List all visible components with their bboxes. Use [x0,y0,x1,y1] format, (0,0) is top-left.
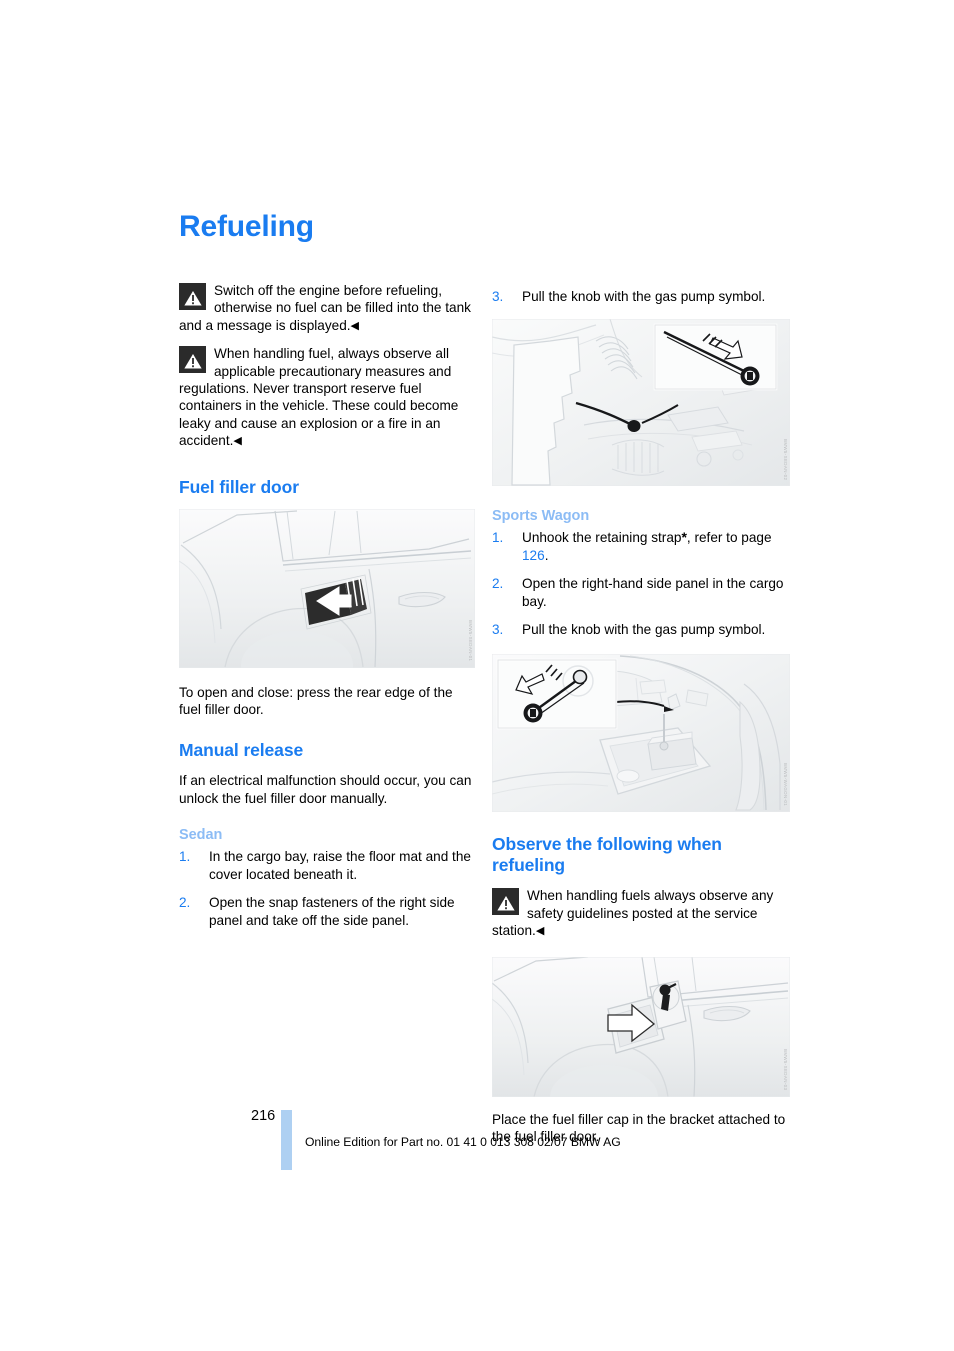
step-text-middle: , refer to page [686,530,772,546]
subheading-sedan: Sedan [179,827,223,844]
warning-block-handling-fuel: When handling fuel, always observe all a… [179,345,475,450]
step-text: Unhook the retaining strap [522,530,682,546]
subheading-sports-wagon: Sports Wagon [492,508,590,525]
step-number: 2. [492,576,504,592]
list-item: 1. Unhook the retaining strap*, refer to … [492,529,790,564]
step-text-after: . [544,547,549,563]
manual-page: Refueling Refueling Switch off the engin… [0,0,954,1351]
list-item: 3. Pull the knob with the gas pump symbo… [492,621,790,638]
step-text: Pull the knob with the gas pump symbol. [522,622,766,638]
step-number: 2. [179,895,191,911]
manual-release-text: If an electrical malfunction should occu… [179,773,472,806]
figure-watermark: BMW5-SEDAN-02 [783,439,788,481]
figure-fuel-cap-bracket: BMW5-SEDAN-03 [492,956,790,1097]
warning-end-marker: ◀ [350,319,360,332]
fuel-cap-bracket-illustration [492,956,790,1097]
step-text: In the cargo bay, raise the floor mat an… [209,849,471,882]
warning-text: Switch off the engine before refueling, … [179,283,471,333]
footer-edition-text: Online Edition for Part no. 01 41 0 013 … [305,1135,621,1149]
warning-end-marker: ◀ [535,925,545,938]
figure-fuel-filler-door: BMW5-SEDAN-01 [179,508,475,668]
figure-watermark: BMW5-SEDAN-03 [783,1049,788,1091]
warning-triangle-icon [179,346,206,374]
page-title: Refueling [179,210,314,243]
warning-text: When handling fuels always observe any s… [492,888,774,939]
warning-block-engine-off: Switch off the engine before refueling, … [179,282,475,335]
warning-triangle-icon [492,888,519,916]
warning-triangle-glyph [182,352,203,370]
sedan-steps-list: 1. In the cargo bay, raise the floor mat… [179,848,475,929]
step-number: 3. [492,622,504,638]
left-column: Refueling Switch off the engine before r… [179,212,475,929]
sports-wagon-cargo-illustration [492,654,790,813]
list-item: 2. Open the snap fasteners of the right … [179,894,475,929]
page-cross-reference[interactable]: 126 [522,548,545,563]
warning-text: When handling fuel, always observe all a… [179,346,459,449]
warning-block-service-station: When handling fuels always observe any s… [492,887,790,940]
list-item: 2. Open the right-hand side panel in the… [492,575,790,610]
sports-wagon-steps-list: 1. Unhook the retaining strap*, refer to … [492,529,790,638]
step-number: 1. [179,849,191,865]
fuel-filler-door-illustration [179,508,475,668]
list-item: 1. In the cargo bay, raise the floor mat… [179,848,475,883]
right-column: 3. Pull the knob with the gas pump symbo… [492,288,790,1145]
caption-fuel-filler-door: To open and close: press the rear edge o… [179,684,453,718]
section-heading-observe-refueling: Observe the following when refueling [492,834,722,876]
section-heading-manual-release: Manual release [179,740,304,761]
list-item: 3. Pull the knob with the gas pump symbo… [492,288,790,305]
page-number: 216 [251,1108,276,1124]
figure-watermark: BMW5-WAGON-01 [783,763,788,807]
chapter-tab: Refueling [0,0,170,260]
step-number: 3. [492,289,504,304]
figure-sports-wagon-cargo-bay: BMW5-WAGON-01 [492,654,790,813]
step-text: Open the snap fasteners of the right sid… [209,895,455,928]
section-heading-fuel-filler-door: Fuel filler door [179,476,299,497]
sedan-trunk-knob-illustration [492,319,790,487]
warning-triangle-glyph [182,288,203,307]
figure-watermark: BMW5-SEDAN-01 [468,620,473,662]
warning-triangle-glyph [495,894,516,912]
step-number: 1. [492,530,504,546]
figure-sedan-trunk-knob: BMW5-SEDAN-02 [492,319,790,487]
warning-end-marker: ◀ [233,435,242,448]
warning-triangle-icon [179,283,206,310]
sedan-step3-list: 3. Pull the knob with the gas pump symbo… [492,288,790,305]
footer-accent-bar [281,1110,292,1170]
step-text: Open the right-hand side panel in the ca… [522,576,784,609]
step-text: Pull the knob with the gas pump symbol. [522,289,766,304]
